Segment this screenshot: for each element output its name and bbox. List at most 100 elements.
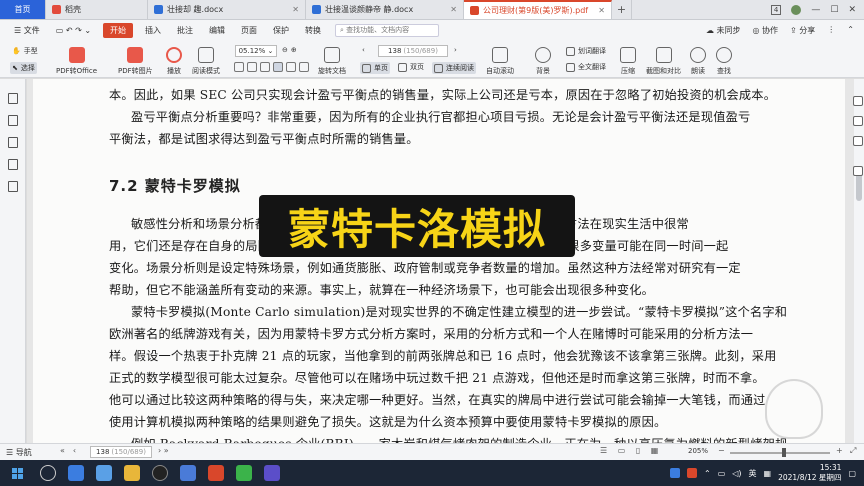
select-tool[interactable]: ⬉ 选择: [10, 62, 37, 74]
highlight-icon[interactable]: [273, 62, 283, 72]
right-tool-settings-icon[interactable]: [853, 136, 863, 146]
auto-scroll-button[interactable]: 自动滚动: [486, 42, 514, 76]
vertical-scrollbar[interactable]: [854, 79, 864, 443]
prev-page-button[interactable]: ‹: [362, 46, 365, 54]
zoom-slider[interactable]: [730, 452, 830, 454]
edge-icon[interactable]: [96, 465, 112, 481]
wechat-icon[interactable]: [236, 465, 252, 481]
minimize-icon[interactable]: —: [811, 5, 820, 15]
more-icon[interactable]: ⋮: [827, 25, 835, 36]
network-icon[interactable]: ▭: [718, 469, 726, 478]
close-icon[interactable]: ✕: [292, 5, 299, 14]
screenshot-compare-button[interactable]: 截图和对比: [646, 42, 681, 76]
notification-icon[interactable]: ▢: [848, 469, 856, 478]
attachment-icon[interactable]: [8, 159, 18, 170]
rotate-doc-button[interactable]: 旋转文档: [318, 42, 346, 76]
window-count-badge[interactable]: 4: [770, 4, 782, 15]
tab-pdf[interactable]: 公司理财(第9版(美)罗斯).pdf ✕: [464, 0, 612, 19]
zoom-select[interactable]: 05.12% ⌄: [235, 45, 277, 57]
zoom-out-status-icon[interactable]: −: [718, 446, 725, 455]
read-mode-button[interactable]: 阅读模式: [192, 42, 220, 76]
share-button[interactable]: ⇪ 分享: [790, 25, 815, 36]
app-purple-icon[interactable]: [264, 465, 280, 481]
avatar[interactable]: [791, 4, 802, 15]
zoom-slider-handle[interactable]: [782, 448, 786, 457]
new-tab-button[interactable]: +: [612, 0, 632, 19]
compress-button[interactable]: 压缩: [620, 42, 636, 76]
actual-size-icon[interactable]: [260, 62, 270, 72]
rotate-left-icon[interactable]: [286, 62, 296, 72]
close-icon[interactable]: ✕: [450, 5, 457, 14]
translate-word-button[interactable]: 划词翻译: [566, 46, 606, 56]
maximize-icon[interactable]: ☐: [830, 5, 838, 15]
hand-tool[interactable]: ✋ 手型: [12, 46, 38, 56]
wps-icon[interactable]: [208, 465, 224, 481]
menu-protect[interactable]: 保护: [265, 25, 297, 36]
signature-icon[interactable]: [8, 181, 18, 192]
nav-button[interactable]: ☰ 导航: [6, 447, 32, 458]
tab-doc2[interactable]: 壮接温谈颜静帝 静.docx ✕: [306, 0, 464, 19]
close-icon[interactable]: ✕: [598, 6, 605, 15]
menu-comment[interactable]: 批注: [169, 25, 201, 36]
app-blue-icon[interactable]: [180, 465, 196, 481]
tray-wps-icon[interactable]: [686, 468, 697, 478]
double-page-button[interactable]: 双页: [398, 62, 424, 72]
comment-icon[interactable]: [8, 137, 18, 148]
rotate-right-icon[interactable]: [299, 62, 309, 72]
view-mode-icons[interactable]: ☰ ▭ ▯ ▦: [600, 446, 662, 455]
read-aloud-button[interactable]: 朗读: [690, 42, 706, 76]
menu-start[interactable]: 开始: [103, 22, 134, 38]
bookmark-icon[interactable]: [8, 93, 18, 104]
first-page-icon[interactable]: «: [60, 446, 65, 455]
clock[interactable]: 15:31 2021/8/12 星期四: [778, 463, 841, 483]
windows-start-icon[interactable]: [0, 467, 34, 479]
right-tool-edit-icon[interactable]: [853, 116, 863, 126]
menu-file[interactable]: ☰ 文件: [6, 25, 48, 36]
media-app-icon[interactable]: [152, 465, 168, 481]
zoom-buttons[interactable]: ⊖ ⊕: [282, 46, 297, 54]
close-window-icon[interactable]: ✕: [848, 5, 856, 15]
collab-button[interactable]: ◎ 协作: [753, 25, 779, 36]
menu-convert[interactable]: 转换: [297, 25, 329, 36]
fit-width-icon[interactable]: [247, 62, 257, 72]
task-view-icon[interactable]: [68, 465, 84, 481]
zoom-out-icon[interactable]: ⊖: [282, 46, 288, 54]
file-explorer-icon[interactable]: [124, 465, 140, 481]
tab-home[interactable]: 首页: [0, 0, 46, 19]
translate-full-button[interactable]: 全文翻译: [566, 62, 606, 72]
menu-insert[interactable]: 插入: [137, 25, 169, 36]
pdf-to-image-button[interactable]: PDF转图片: [118, 42, 153, 76]
play-button[interactable]: 播放: [166, 42, 182, 76]
single-page-button[interactable]: 单页: [360, 62, 390, 74]
continuous-read-button[interactable]: 连续阅读: [432, 62, 476, 74]
menu-page[interactable]: 页面: [233, 25, 265, 36]
next-page-button[interactable]: ›: [454, 46, 457, 54]
fit-page-icon[interactable]: [234, 62, 244, 72]
menu-edit[interactable]: 编辑: [201, 25, 233, 36]
search-taskbar-icon[interactable]: [40, 465, 56, 481]
search-input[interactable]: ⌕ 查找功能、文档内容: [335, 23, 440, 37]
prev-page-status-icon[interactable]: ‹: [73, 446, 76, 455]
status-page-input[interactable]: 138 (150/689): [90, 446, 152, 458]
zoom-in-status-icon[interactable]: +: [836, 446, 843, 455]
status-zoom[interactable]: 205%: [688, 447, 708, 455]
pdf-to-office-button[interactable]: PDF转Office: [56, 42, 97, 76]
ime-indicator[interactable]: 英: [749, 468, 757, 479]
fullscreen-icon[interactable]: ⤢: [850, 446, 856, 456]
ime-grid-icon[interactable]: ▦: [764, 469, 772, 478]
menu-quick-icons[interactable]: ▭ ↶ ↷ ⌄: [48, 26, 99, 35]
right-tool-select-icon[interactable]: [853, 166, 863, 176]
tab-wk[interactable]: 稻壳: [46, 0, 148, 19]
document-area[interactable]: 本。因此，如果 SEC 公司只实现会计盈亏平衡点的销售量，实际上公司还是亏本，原…: [27, 79, 854, 443]
tab-doc1[interactable]: 壮接却 趣.docx ✕: [148, 0, 306, 19]
thumbnail-icon[interactable]: [8, 115, 18, 126]
find-button[interactable]: 查找: [716, 42, 732, 76]
collapse-icon[interactable]: ⌃: [847, 25, 854, 36]
right-tool-translate-icon[interactable]: [853, 96, 863, 106]
tray-chevron-icon[interactable]: ⌃: [704, 469, 711, 478]
volume-icon[interactable]: ◁): [732, 469, 741, 478]
sync-status[interactable]: ☁ 未同步: [706, 25, 741, 36]
zoom-in-icon[interactable]: ⊕: [291, 46, 297, 54]
background-button[interactable]: 背景: [535, 42, 551, 76]
page-number-input[interactable]: 138 (150/689): [378, 45, 448, 57]
